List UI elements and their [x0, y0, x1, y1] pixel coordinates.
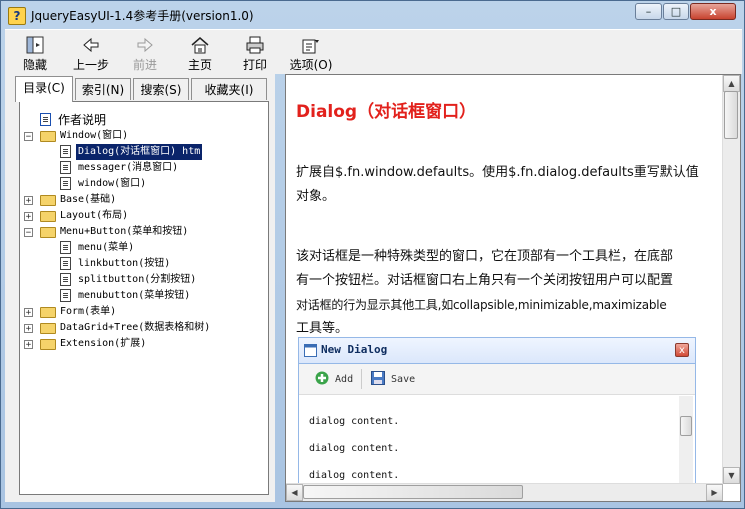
dialog-content-line: dialog content. [309, 416, 400, 427]
app-window: ? JqueryEasyUI-1.4参考手册(version1.0) – □ x… [0, 0, 745, 509]
tab-search[interactable]: 搜索(S) [133, 78, 189, 100]
folder-open-icon [40, 131, 56, 142]
dialog-title: New Dialog [321, 343, 388, 356]
page-icon [60, 241, 71, 254]
dialog-window-icon [304, 344, 317, 357]
text-line: 有一个按钮栏。对话框窗口右上角只有一个关闭按钮用户可以配置 [296, 273, 674, 288]
tab-favorites[interactable]: 收藏夹(I) [191, 78, 267, 100]
page-icon [60, 273, 71, 286]
text-line: 对话框的行为显示其他工具,如collapsible,minimizable,ma… [296, 298, 667, 312]
page-icon [40, 113, 51, 126]
vertical-scrollbar[interactable]: ▲ ▼ [722, 75, 740, 484]
expand-icon[interactable]: + [24, 308, 33, 318]
page-title: Dialog（对话框窗口） [296, 102, 477, 122]
navigation-pane: 目录(C) 索引(N) 搜索(S) 收藏夹(I) 作者说明 − Window(窗… [5, 74, 275, 502]
save-icon [371, 371, 385, 385]
collapse-icon[interactable]: − [24, 228, 33, 238]
page-icon [60, 257, 71, 270]
forward-label: 前进 [132, 58, 157, 72]
back-label: 上一步 [72, 58, 109, 72]
options-icon [302, 39, 319, 54]
text-line: 该对话框是一种特殊类型的窗口，它在顶部有一个工具栏，在底部 [296, 249, 674, 264]
scroll-up-icon[interactable]: ▲ [723, 75, 740, 92]
printer-icon [246, 36, 264, 54]
dialog-content-line: dialog content. [309, 470, 400, 481]
add-icon [315, 371, 329, 385]
content-pane: Dialog（对话框窗口） 扩展自$.fn.window.defaults。使用… [285, 74, 741, 502]
hide-label: 隐藏 [22, 58, 47, 72]
close-button[interactable]: x [690, 3, 736, 20]
dialog-content-line: dialog content. [309, 443, 400, 454]
folder-icon [40, 339, 56, 350]
horizontal-scroll-thumb[interactable] [303, 485, 523, 499]
scroll-left-icon[interactable]: ◀ [286, 484, 303, 501]
expand-icon[interactable]: + [24, 324, 33, 334]
forward-arrow-icon [137, 37, 153, 53]
minimize-button[interactable]: – [635, 3, 662, 20]
page-icon [60, 145, 71, 158]
title-bar: ? JqueryEasyUI-1.4参考手册(version1.0) – □ x [1, 1, 744, 29]
home-button[interactable]: 主页 [178, 33, 222, 72]
contents-tree: 作者说明 − Window(窗口) Dialog(对话框窗口) htm mess… [19, 101, 269, 495]
scroll-thumb[interactable] [724, 91, 738, 139]
forward-button[interactable]: 前进 [123, 33, 167, 72]
toolbar: 隐藏 上一步 前进 主页 打印 选项(O) [5, 29, 742, 74]
home-icon [191, 37, 209, 54]
dialog-add-button[interactable]: Add [315, 371, 353, 385]
horizontal-scrollbar[interactable]: ◀ ▶ [286, 483, 723, 501]
back-arrow-icon [83, 37, 99, 53]
window-title: JqueryEasyUI-1.4参考手册(version1.0) [31, 9, 254, 23]
folder-icon [40, 307, 56, 318]
expand-icon[interactable]: + [24, 196, 33, 206]
expand-icon[interactable]: + [24, 212, 33, 222]
page-icon [60, 289, 71, 302]
home-label: 主页 [187, 58, 212, 72]
options-label: 选项(O) [289, 58, 333, 72]
dialog-save-label: Save [391, 374, 416, 385]
options-button[interactable]: 选项(O) [289, 33, 333, 72]
folder-open-icon [40, 227, 56, 238]
toolbar-divider [361, 369, 362, 389]
dialog-add-label: Add [335, 374, 354, 385]
hide-button[interactable]: 隐藏 [13, 33, 57, 72]
page-icon [60, 177, 71, 190]
dialog-header: New Dialog x [299, 338, 695, 364]
description-paragraph: 该对话框是一种特殊类型的窗口，它在顶部有一个工具栏，在底部 有一个按钮栏。对话框… [296, 245, 706, 341]
scroll-down-icon[interactable]: ▼ [723, 467, 740, 484]
dialog-example: New Dialog x Add Save dialog content. di… [298, 337, 696, 501]
hide-pane-icon [26, 36, 44, 54]
dialog-close-button[interactable]: x [675, 343, 689, 357]
folder-icon [40, 323, 56, 334]
tab-contents[interactable]: 目录(C) [15, 76, 73, 102]
folder-icon [40, 211, 56, 222]
maximize-button[interactable]: □ [663, 3, 689, 20]
intro-paragraph: 扩展自$.fn.window.defaults。使用$.fn.dialog.de… [296, 161, 706, 209]
folder-icon [40, 195, 56, 206]
tab-index[interactable]: 索引(N) [75, 78, 131, 100]
collapse-icon[interactable]: − [24, 132, 33, 142]
dialog-save-button[interactable]: Save [371, 371, 415, 385]
dialog-scroll-thumb[interactable] [680, 416, 692, 436]
scroll-right-icon[interactable]: ▶ [706, 484, 723, 501]
print-label: 打印 [242, 58, 267, 72]
page-icon [60, 161, 71, 174]
text-line: 扩展自$.fn.window.defaults。使用$.fn.dialog.de… [296, 165, 699, 180]
expand-icon[interactable]: + [24, 340, 33, 350]
text-line: 对象。 [296, 189, 336, 204]
help-app-icon: ? [8, 7, 26, 25]
dialog-toolbar: Add Save [299, 364, 695, 395]
print-button[interactable]: 打印 [233, 33, 277, 72]
back-button[interactable]: 上一步 [69, 33, 113, 72]
